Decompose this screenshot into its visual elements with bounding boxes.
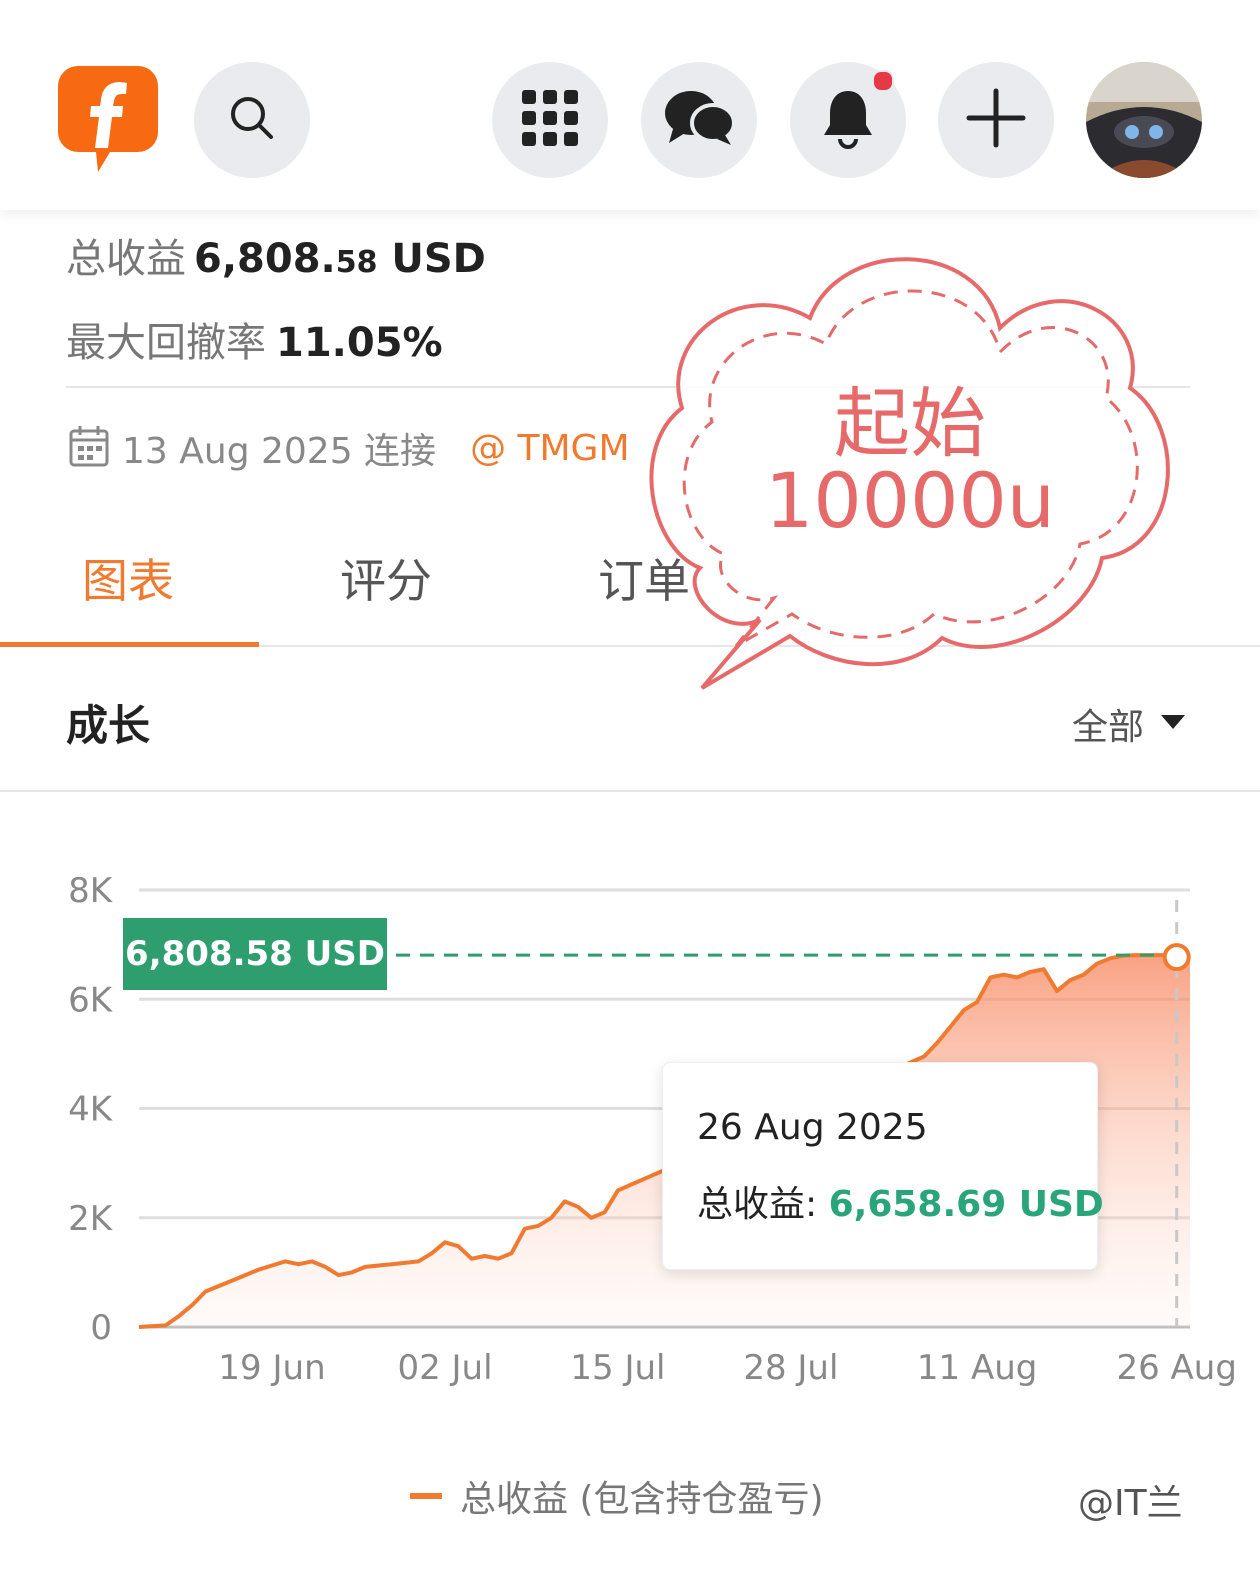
connection-meta: 13 Aug 2025 连接 @ TMGM: [68, 422, 630, 474]
active-tab-indicator: [0, 642, 259, 647]
top-navigation-bar: [0, 0, 1260, 210]
max-drawdown-value: 11.05%: [276, 320, 443, 366]
apps-button[interactable]: [492, 62, 608, 178]
y-tick-label: 6K: [68, 980, 114, 1020]
total-profit-label: 总收益: [66, 236, 186, 282]
legend-swatch: [410, 1493, 442, 1499]
y-tick-label: 4K: [68, 1090, 114, 1130]
bell-icon: [820, 87, 876, 153]
apps-grid-icon: [521, 89, 579, 151]
x-tick-label: 19 Jun: [218, 1348, 325, 1388]
legend-label: 总收益 (包含持仓盈亏): [460, 1479, 824, 1520]
chart-tooltip: 26 Aug 2025 总收益: 6,658.69 USD: [662, 1062, 1104, 1270]
connection-date: 13 Aug 2025 连接: [122, 431, 437, 472]
plus-icon: [965, 87, 1027, 153]
tooltip-value: 6,658.69 USD: [828, 1184, 1104, 1225]
chat-icon: [663, 89, 736, 151]
messages-button[interactable]: [641, 62, 757, 178]
current-value-badge: 6,808.58 USD: [123, 918, 387, 990]
y-tick-label: 0: [90, 1308, 112, 1348]
tab-chart[interactable]: 图表: [82, 545, 174, 611]
range-filter-dropdown[interactable]: 全部: [1072, 698, 1186, 750]
x-tick-label: 26 Aug: [1116, 1348, 1236, 1388]
search-button[interactable]: [194, 62, 310, 178]
tooltip-date: 26 Aug 2025: [697, 1107, 928, 1148]
max-drawdown-row: 最大回撤率 11.05%: [66, 310, 443, 368]
total-profit-value: 6,808.58 USD: [194, 236, 486, 282]
calendar-icon: [68, 424, 110, 472]
total-profit-row: 总收益 6,808.58 USD: [66, 226, 486, 284]
max-drawdown-label: 最大回撤率: [66, 320, 266, 366]
watermark: @IT兰: [1078, 1483, 1183, 1524]
annotation-line-2: 10000u: [765, 456, 1055, 545]
add-button[interactable]: [938, 62, 1054, 178]
notifications-button[interactable]: [790, 62, 906, 178]
x-tick-label: 02 Jul: [397, 1348, 492, 1388]
x-tick-label: 15 Jul: [570, 1348, 665, 1388]
tooltip-label: 总收益:: [697, 1184, 818, 1225]
search-icon: [226, 92, 278, 148]
section-title: 成长: [66, 701, 151, 750]
chart-legend: 总收益 (包含持仓盈亏): [410, 1470, 824, 1522]
hover-marker: [1162, 943, 1191, 972]
broker-link[interactable]: @ TMGM: [470, 428, 629, 469]
y-tick-label: 2K: [68, 1199, 114, 1239]
x-tick-label: 28 Jul: [743, 1348, 838, 1388]
notification-badge: [872, 70, 894, 92]
tab-score[interactable]: 评分: [340, 545, 432, 611]
caret-down-icon: [1160, 713, 1186, 735]
y-tick-label: 8K: [68, 871, 114, 911]
app-logo[interactable]: [58, 62, 158, 174]
section-divider: [0, 790, 1260, 792]
tooltip-value-row: 总收益: 6,658.69 USD: [697, 1175, 1104, 1227]
range-filter-label: 全部: [1072, 707, 1145, 748]
x-tick-label: 11 Aug: [917, 1348, 1037, 1388]
user-avatar[interactable]: [1086, 62, 1202, 178]
